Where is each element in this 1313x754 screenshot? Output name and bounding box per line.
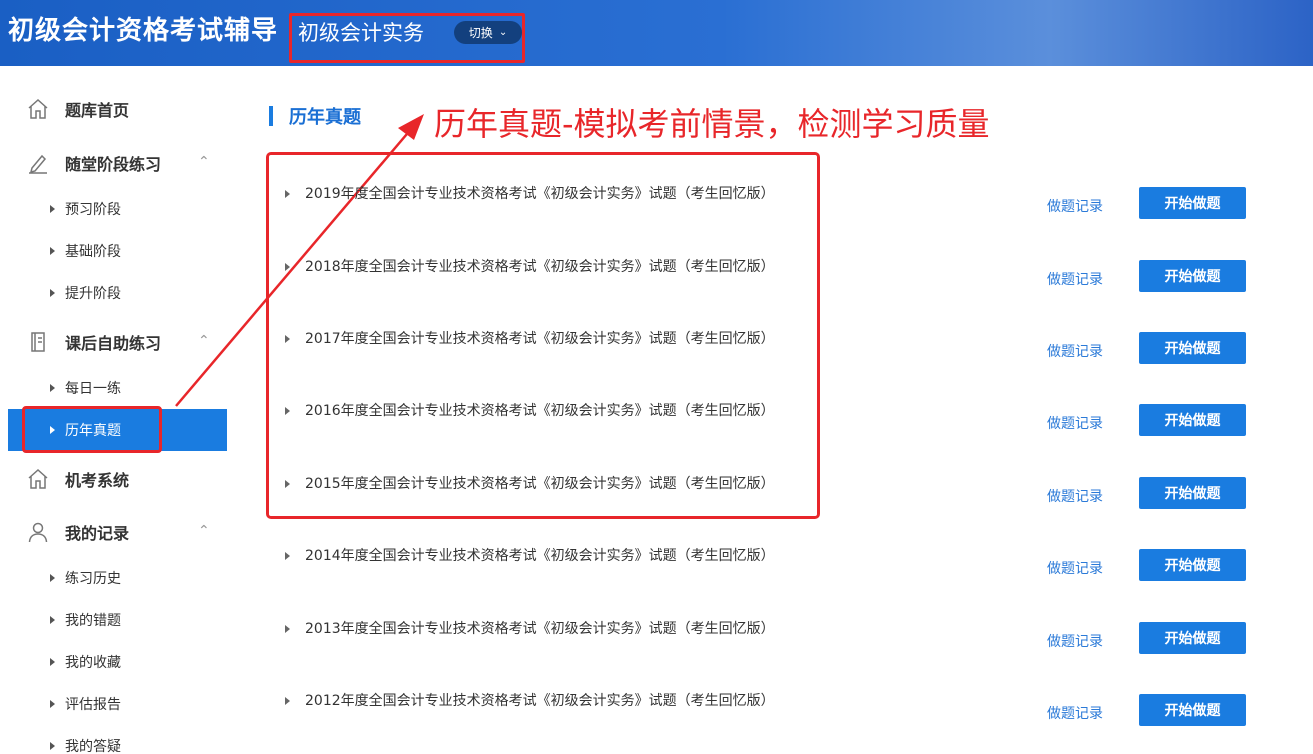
paper-row: 2015年度全国会计专业技术资格考试《初级会计实务》试题（考生回忆版） 做题记录 开… (270, 460, 1260, 510)
start-button[interactable]: 开始做题 (1139, 549, 1246, 581)
sidebar-item-stage-practice[interactable]: 随堂阶段练习 ⌃ (8, 142, 227, 184)
record-link[interactable]: 做题记录 (1047, 269, 1103, 289)
paper-row: 2014年度全国会计专业技术资格考试《初级会计实务》试题（考生回忆版） 做题记录 开… (270, 532, 1260, 582)
caret-right-icon (50, 384, 55, 392)
chevron-up-icon: ⌃ (198, 154, 210, 170)
caret-right-icon (285, 697, 290, 705)
record-link[interactable]: 做题记录 (1047, 341, 1103, 361)
sidebar-item-label: 我的记录 (65, 524, 130, 543)
paper-row: 2018年度全国会计专业技术资格考试《初级会计实务》试题（考生回忆版） 做题记录 开… (270, 243, 1260, 293)
paper-title[interactable]: 2012年度全国会计专业技术资格考试《初级会计实务》试题（考生回忆版） (305, 690, 775, 710)
caret-right-icon (50, 700, 55, 708)
sidebar-item-my-records[interactable]: 我的记录 ⌃ (8, 511, 227, 553)
sidebar-subitem-wrong[interactable]: 我的错题 (8, 599, 227, 641)
sidebar-subitem-daily[interactable]: 每日一练 (8, 367, 227, 409)
paper-row: 2012年度全国会计专业技术资格考试《初级会计实务》试题（考生回忆版） 做题记录 开… (270, 677, 1260, 727)
paper-row: 2013年度全国会计专业技术资格考试《初级会计实务》试题（考生回忆版） 做题记录 开… (270, 605, 1260, 655)
paper-title[interactable]: 2018年度全国会计专业技术资格考试《初级会计实务》试题（考生回忆版） (305, 256, 775, 276)
user-icon (28, 522, 48, 543)
record-link[interactable]: 做题记录 (1047, 413, 1103, 433)
pen-icon (29, 154, 47, 174)
chevron-up-icon: ⌃ (198, 333, 210, 349)
caret-right-icon (50, 658, 55, 666)
sidebar-item-label: 随堂阶段练习 (65, 155, 162, 174)
switch-subject-button[interactable]: 切换 ⌄ (454, 21, 522, 44)
sidebar-subitem-label: 提升阶段 (65, 286, 121, 302)
caret-right-icon (50, 289, 55, 297)
sidebar-item-label: 课后自助练习 (65, 334, 162, 353)
sidebar-item-label: 机考系统 (65, 471, 130, 490)
sidebar-item-after-class[interactable]: 课后自助练习 ⌃ (8, 321, 227, 363)
sidebar-subitem-favorites[interactable]: 我的收藏 (8, 641, 227, 683)
paper-row: 2016年度全国会计专业技术资格考试《初级会计实务》试题（考生回忆版） 做题记录 开… (270, 387, 1260, 437)
sidebar-subitem-report[interactable]: 评估报告 (8, 683, 227, 725)
title-accent-bar (269, 106, 273, 126)
paper-title[interactable]: 2014年度全国会计专业技术资格考试《初级会计实务》试题（考生回忆版） (305, 545, 775, 565)
caret-right-icon (285, 263, 290, 271)
annotation-text: 历年真题-模拟考前情景，检测学习质量 (434, 105, 990, 143)
sidebar-subitem-label: 每日一练 (65, 381, 121, 397)
record-link[interactable]: 做题记录 (1047, 558, 1103, 578)
sidebar-subitem-history[interactable]: 练习历史 (8, 557, 227, 599)
sidebar-subitem-label: 练习历史 (65, 571, 121, 587)
caret-right-icon (50, 742, 55, 750)
paper-title[interactable]: 2017年度全国会计专业技术资格考试《初级会计实务》试题（考生回忆版） (305, 328, 775, 348)
caret-right-icon (50, 616, 55, 624)
sidebar-subitem-advance[interactable]: 提升阶段 (8, 272, 227, 314)
home-icon (28, 98, 48, 119)
notebook-icon (31, 332, 45, 352)
record-link[interactable]: 做题记录 (1047, 703, 1103, 723)
paper-title[interactable]: 2016年度全国会计专业技术资格考试《初级会计实务》试题（考生回忆版） (305, 400, 775, 420)
sidebar-subitem-questions[interactable]: 我的答疑 (8, 725, 227, 754)
app-title: 初级会计资格考试辅导 (8, 16, 279, 46)
sidebar-subitem-label: 基础阶段 (65, 244, 121, 260)
caret-right-icon (285, 552, 290, 560)
caret-right-icon (50, 205, 55, 213)
caret-right-icon (285, 407, 290, 415)
start-button[interactable]: 开始做题 (1139, 622, 1246, 654)
record-link[interactable]: 做题记录 (1047, 196, 1103, 216)
sidebar-subitem-label: 评估报告 (65, 697, 121, 713)
sidebar-subitem-label: 我的答疑 (65, 739, 121, 754)
section-title: 历年真题 (269, 103, 361, 129)
paper-row: 2019年度全国会计专业技术资格考试《初级会计实务》试题（考生回忆版） 做题记录 开… (270, 170, 1260, 220)
sidebar-item-exam-system[interactable]: 机考系统 (8, 458, 227, 500)
record-link[interactable]: 做题记录 (1047, 631, 1103, 651)
switch-label: 切换 (468, 26, 493, 40)
caret-right-icon (50, 247, 55, 255)
paper-title[interactable]: 2019年度全国会计专业技术资格考试《初级会计实务》试题（考生回忆版） (305, 183, 775, 203)
sidebar-item-label: 题库首页 (65, 101, 130, 120)
paper-title[interactable]: 2013年度全国会计专业技术资格考试《初级会计实务》试题（考生回忆版） (305, 618, 775, 638)
chevron-down-icon: ⌄ (498, 27, 508, 38)
caret-right-icon (285, 480, 290, 488)
section-title-text: 历年真题 (289, 107, 361, 128)
sidebar-subitem-preview[interactable]: 预习阶段 (8, 188, 227, 230)
caret-right-icon (285, 335, 290, 343)
current-subject: 初级会计实务 (298, 21, 424, 45)
start-button[interactable]: 开始做题 (1139, 187, 1246, 219)
start-button[interactable]: 开始做题 (1139, 332, 1246, 364)
sidebar-subitem-label: 预习阶段 (65, 202, 121, 218)
start-button[interactable]: 开始做题 (1139, 404, 1246, 436)
caret-right-icon (285, 190, 290, 198)
record-link[interactable]: 做题记录 (1047, 486, 1103, 506)
start-button[interactable]: 开始做题 (1139, 694, 1246, 726)
top-header: 初级会计资格考试辅导 初级会计实务 切换 ⌄ (0, 0, 1313, 66)
home-icon (28, 468, 48, 489)
caret-right-icon (285, 625, 290, 633)
sidebar-item-home[interactable]: 题库首页 (8, 88, 227, 130)
sidebar-subitem-basic[interactable]: 基础阶段 (8, 230, 227, 272)
sidebar-subitem-label: 我的收藏 (65, 655, 121, 671)
start-button[interactable]: 开始做题 (1139, 260, 1246, 292)
active-item-highlight-box (22, 406, 162, 453)
chevron-up-icon: ⌃ (198, 523, 210, 539)
paper-row: 2017年度全国会计专业技术资格考试《初级会计实务》试题（考生回忆版） 做题记录 开… (270, 315, 1260, 365)
paper-title[interactable]: 2015年度全国会计专业技术资格考试《初级会计实务》试题（考生回忆版） (305, 473, 775, 493)
caret-right-icon (50, 574, 55, 582)
start-button[interactable]: 开始做题 (1139, 477, 1246, 509)
sidebar-subitem-label: 我的错题 (65, 613, 121, 629)
